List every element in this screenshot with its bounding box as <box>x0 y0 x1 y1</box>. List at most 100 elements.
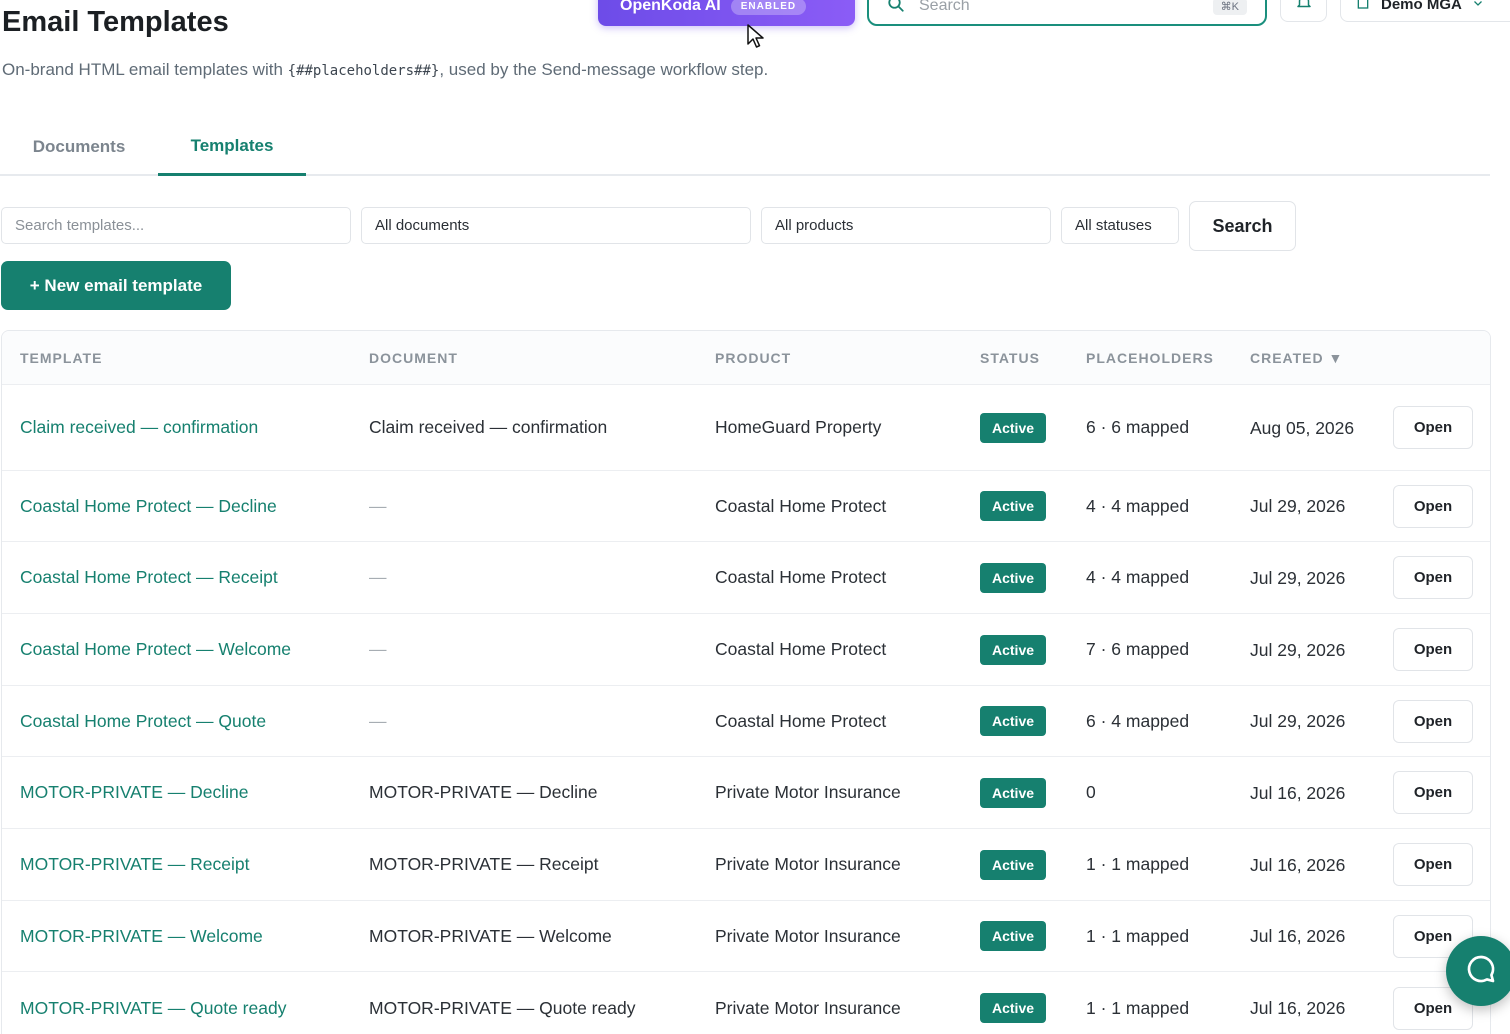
product-cell: Coastal Home Protect <box>715 495 887 516</box>
placeholders-cell: 4 · 4 mapped <box>1086 567 1190 587</box>
document-cell: MOTOR-PRIVATE — Quote ready <box>369 997 636 1018</box>
template-name-link[interactable]: Claim received — confirmation <box>20 417 258 438</box>
table-row: MOTOR-PRIVATE — Receipt MOTOR-PRIVATE — R… <box>2 829 1490 901</box>
global-search-placeholder: Search <box>919 0 970 14</box>
template-name-link[interactable]: MOTOR-PRIVATE — Welcome <box>20 926 263 947</box>
building-icon <box>1355 0 1371 14</box>
status-badge: Active <box>980 706 1047 736</box>
notifications-button[interactable] <box>1280 0 1327 22</box>
product-cell: Private Motor Insurance <box>715 782 901 802</box>
organization-switcher[interactable]: Demo MGA <box>1340 0 1510 22</box>
document-cell: Claim received — confirmation <box>369 417 608 437</box>
chevron-down-icon <box>1472 0 1484 13</box>
status-badge: Active <box>980 491 1047 521</box>
document-cell: — <box>369 710 387 731</box>
product-cell: Private Motor Insurance <box>715 997 901 1018</box>
page-subtitle: On-brand HTML email templates with {##pl… <box>2 60 768 80</box>
table-row: Coastal Home Protect — Decline — Coastal H… <box>2 471 1490 542</box>
column-header-document[interactable]: DOCUMENT <box>369 350 458 366</box>
template-name-link[interactable]: MOTOR-PRIVATE — Decline <box>20 782 249 803</box>
subtitle-prefix: On-brand HTML email templates with <box>2 60 288 79</box>
open-button[interactable]: Open <box>1393 628 1473 671</box>
status-badge: Active <box>980 921 1047 951</box>
status-filter-select[interactable]: All statuses <box>1061 207 1179 244</box>
ai-enabled-badge: ENABLED <box>730 0 807 15</box>
column-header-template[interactable]: TEMPLATE <box>20 350 102 366</box>
product-cell: Coastal Home Protect <box>715 567 887 587</box>
subtitle-placeholder-code: {##placeholders##} <box>287 63 440 79</box>
column-header-placeholders[interactable]: PLACEHOLDERS <box>1086 350 1214 366</box>
table-row: Coastal Home Protect — Quote — Coastal Hom… <box>2 686 1490 757</box>
template-name-link[interactable]: Coastal Home Protect — Welcome <box>20 639 291 660</box>
created-cell: Jul 16, 2026 <box>1250 926 1346 946</box>
created-cell: Jul 16, 2026 <box>1250 782 1346 803</box>
created-cell: Jul 29, 2026 <box>1250 711 1346 731</box>
global-search[interactable]: Search ⌘K <box>867 0 1267 26</box>
table-row: Coastal Home Protect — Welcome — Coastal H… <box>2 614 1490 686</box>
product-cell: Private Motor Insurance <box>715 925 901 946</box>
subtitle-suffix: , used by the Send-message workflow step… <box>439 60 769 79</box>
created-cell: Jul 16, 2026 <box>1250 854 1346 875</box>
table-row: MOTOR-PRIVATE — Quote ready MOTOR-PRIVATE… <box>2 972 1490 1034</box>
product-cell: Private Motor Insurance <box>715 854 901 874</box>
ai-assistant-button[interactable]: OpenKoda AI ENABLED <box>598 0 855 26</box>
status-badge: Active <box>980 777 1047 808</box>
open-button[interactable]: Open <box>1393 406 1473 449</box>
tab-bar: Documents Templates <box>0 118 1490 176</box>
status-badge: Active <box>980 849 1047 880</box>
created-cell: Jul 29, 2026 <box>1250 639 1346 660</box>
open-button[interactable]: Open <box>1393 843 1473 886</box>
product-filter-select[interactable]: All products <box>761 207 1051 244</box>
placeholders-cell: 1 · 1 mapped <box>1086 854 1190 874</box>
product-cell: HomeGuard Property <box>715 417 882 437</box>
bell-icon <box>1295 0 1313 16</box>
open-button[interactable]: Open <box>1393 484 1473 528</box>
shortcut-hint: ⌘K <box>1212 0 1247 15</box>
document-filter-select[interactable]: All documents <box>361 207 751 244</box>
chat-button[interactable] <box>1446 936 1510 1006</box>
template-name-link[interactable]: Coastal Home Protect — Decline <box>20 496 277 517</box>
created-cell: Jul 29, 2026 <box>1250 496 1346 516</box>
templates-table: TEMPLATE DOCUMENT PRODUCT STATUS PLACEHO… <box>1 330 1491 1034</box>
placeholders-cell: 6 · 6 mapped <box>1086 417 1190 437</box>
open-button[interactable]: Open <box>1393 556 1473 599</box>
table-row: MOTOR-PRIVATE — Welcome MOTOR-PRIVATE — W… <box>2 901 1490 972</box>
document-cell: — <box>369 495 387 516</box>
template-name-link[interactable]: MOTOR-PRIVATE — Receipt <box>20 854 249 875</box>
template-name-link[interactable]: Coastal Home Protect — Quote <box>20 711 266 732</box>
placeholders-cell: 1 · 1 mapped <box>1086 997 1190 1018</box>
new-email-template-button[interactable]: + New email template <box>1 261 231 310</box>
status-badge: Active <box>980 562 1047 593</box>
ai-label: OpenKoda AI <box>620 0 721 14</box>
tab-templates[interactable]: Templates <box>158 118 306 176</box>
org-name: Demo MGA <box>1381 0 1462 13</box>
table-row: Coastal Home Protect — Receipt — Coastal H… <box>2 542 1490 614</box>
cursor-icon <box>747 24 765 55</box>
column-header-status[interactable]: STATUS <box>980 350 1040 366</box>
column-header-product[interactable]: PRODUCT <box>715 350 791 366</box>
document-cell: MOTOR-PRIVATE — Decline <box>369 782 598 802</box>
placeholders-cell: 4 · 4 mapped <box>1086 495 1190 516</box>
created-cell: Jul 16, 2026 <box>1250 998 1346 1018</box>
chat-icon <box>1465 953 1497 990</box>
placeholders-cell: 0 <box>1086 782 1096 802</box>
template-name-link[interactable]: MOTOR-PRIVATE — Quote ready <box>20 998 286 1019</box>
open-button[interactable]: Open <box>1393 699 1473 743</box>
template-search-input[interactable]: Search templates... <box>1 207 351 244</box>
document-cell: MOTOR-PRIVATE — Welcome <box>369 925 612 946</box>
document-cell: MOTOR-PRIVATE — Receipt <box>369 854 599 874</box>
column-header-created[interactable]: CREATED ▼ <box>1250 344 1343 372</box>
open-button[interactable]: Open <box>1393 771 1473 814</box>
placeholders-cell: 6 · 4 mapped <box>1086 710 1190 731</box>
created-cell: Aug 05, 2026 <box>1250 417 1355 438</box>
page-title: Email Templates <box>2 6 229 38</box>
table-row: MOTOR-PRIVATE — Decline MOTOR-PRIVATE — D… <box>2 757 1490 829</box>
table-row: Claim received — confirmation Claim recei… <box>2 385 1490 471</box>
document-cell: — <box>369 567 387 587</box>
status-badge: Active <box>980 634 1047 665</box>
status-badge: Active <box>980 412 1047 443</box>
tab-documents[interactable]: Documents <box>0 118 158 176</box>
search-button[interactable]: Search <box>1189 201 1296 251</box>
document-cell: — <box>369 639 387 659</box>
template-name-link[interactable]: Coastal Home Protect — Receipt <box>20 567 278 588</box>
